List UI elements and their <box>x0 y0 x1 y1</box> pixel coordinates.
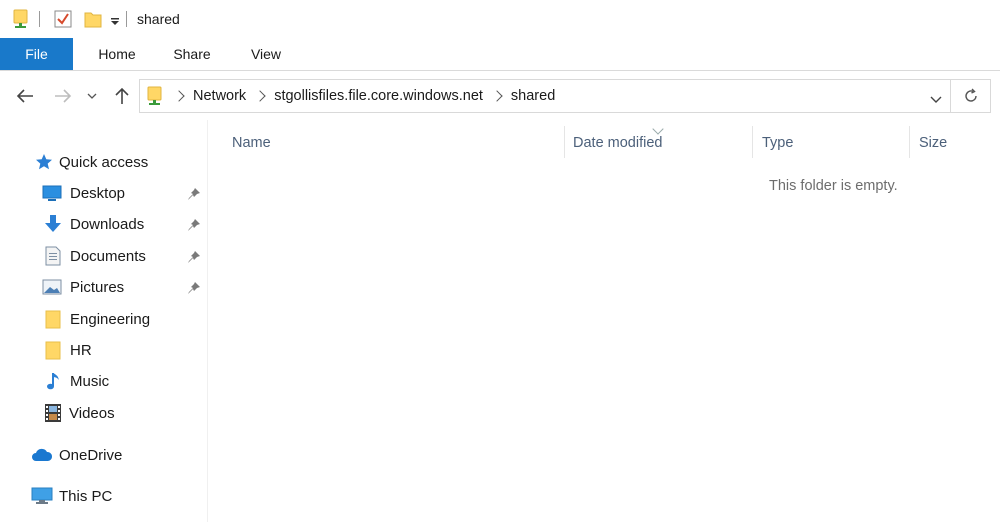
sidebar-item-label: Pictures <box>70 278 125 296</box>
music-icon <box>47 373 59 390</box>
pin-icon[interactable] <box>187 250 201 264</box>
refresh-icon <box>964 88 977 102</box>
chevron-right-icon[interactable] <box>491 90 503 102</box>
navigation-bar: Network stgollisfiles.file.core.windows.… <box>0 72 1000 120</box>
tab-file[interactable]: File <box>0 38 73 70</box>
sidebar-item-this-pc[interactable]: This PC <box>31 482 112 510</box>
sidebar-item-label: HR <box>70 341 92 359</box>
up-button[interactable] <box>112 86 132 106</box>
network-folder-icon <box>147 85 163 107</box>
toolbar-separator <box>39 11 40 27</box>
breadcrumb-server[interactable]: stgollisfiles.file.core.windows.net <box>274 88 483 104</box>
sidebar-item-quick-access[interactable]: Quick access <box>35 148 148 176</box>
column-header-name[interactable]: Name <box>232 132 271 154</box>
documents-icon <box>45 246 61 266</box>
sidebar-item-label: Engineering <box>70 310 151 328</box>
sidebar-item-hr[interactable]: HR <box>45 336 92 364</box>
sidebar-item-label: Downloads <box>70 215 145 233</box>
column-header-size[interactable]: Size <box>919 132 947 154</box>
arrow-up-icon <box>115 87 129 104</box>
pin-icon[interactable] <box>187 187 201 201</box>
new-folder-icon[interactable] <box>84 10 102 28</box>
customize-dropdown-icon[interactable] <box>110 14 120 25</box>
column-divider[interactable] <box>564 126 565 158</box>
file-list: Name Date modified Type Size This folder… <box>209 120 1000 522</box>
sidebar-item-desktop[interactable]: Desktop <box>42 179 125 207</box>
sidebar-item-label: OneDrive <box>59 446 123 464</box>
sidebar-item-music[interactable]: Music <box>46 367 109 395</box>
sidebar-item-label: Music <box>70 372 110 390</box>
column-divider[interactable] <box>909 126 910 158</box>
pin-icon[interactable] <box>187 281 201 295</box>
ribbon-tabs: File Home Share View <box>0 38 1000 71</box>
refresh-button[interactable] <box>951 79 991 113</box>
sidebar-item-onedrive[interactable]: OneDrive <box>31 441 122 469</box>
column-header-date-modified[interactable]: Date modified <box>573 132 662 154</box>
breadcrumb-network[interactable]: Network <box>193 88 246 104</box>
onedrive-cloud-icon <box>32 448 53 461</box>
column-header-type[interactable]: Type <box>762 132 793 154</box>
breadcrumb-shared[interactable]: shared <box>511 88 555 104</box>
empty-folder-message: This folder is empty. <box>769 178 898 194</box>
chevron-right-icon[interactable] <box>173 90 185 102</box>
chevron-down-icon <box>930 96 942 103</box>
computer-icon <box>31 487 53 504</box>
column-divider[interactable] <box>752 126 753 158</box>
back-button[interactable] <box>15 86 35 106</box>
toolbar-separator <box>126 11 127 27</box>
sidebar-item-engineering[interactable]: Engineering <box>45 305 150 333</box>
chevron-right-icon[interactable] <box>254 90 266 102</box>
downloads-icon <box>45 215 61 232</box>
window-title: shared <box>137 11 180 27</box>
desktop-icon <box>42 185 62 201</box>
arrow-right-icon <box>55 89 72 103</box>
sidebar-item-label: This PC <box>59 487 113 505</box>
arrow-left-icon <box>16 89 33 103</box>
sidebar-item-downloads[interactable]: Downloads <box>44 210 144 238</box>
quick-access-toolbar <box>0 9 127 29</box>
sidebar-item-label: Desktop <box>70 184 126 202</box>
tab-home[interactable]: Home <box>77 38 157 70</box>
sidebar-item-label: Videos <box>69 404 115 422</box>
tab-view[interactable]: View <box>227 38 305 70</box>
properties-icon[interactable] <box>54 10 72 28</box>
sidebar-item-label: Documents <box>70 247 146 265</box>
sidebar-item-documents[interactable]: Documents <box>45 242 146 270</box>
title-bar: shared <box>0 0 1000 38</box>
pin-icon[interactable] <box>187 218 201 232</box>
sidebar-item-videos[interactable]: Videos <box>44 399 115 427</box>
navigation-pane: Quick access Desktop Downloads Documents <box>0 120 208 522</box>
videos-icon <box>45 404 61 422</box>
chevron-down-icon <box>87 93 97 99</box>
network-folder-icon <box>13 9 29 29</box>
folder-icon <box>45 341 61 360</box>
sidebar-item-pictures[interactable]: Pictures <box>42 273 124 301</box>
address-bar[interactable]: Network stgollisfiles.file.core.windows.… <box>139 79 951 113</box>
sidebar-item-label: Quick access <box>59 153 149 171</box>
pictures-icon <box>42 279 62 295</box>
address-dropdown-button[interactable] <box>930 91 942 103</box>
folder-icon <box>45 310 61 329</box>
recent-locations-button[interactable] <box>86 86 98 106</box>
forward-button[interactable] <box>53 86 73 106</box>
tab-share[interactable]: Share <box>157 38 227 70</box>
star-icon <box>36 154 52 170</box>
